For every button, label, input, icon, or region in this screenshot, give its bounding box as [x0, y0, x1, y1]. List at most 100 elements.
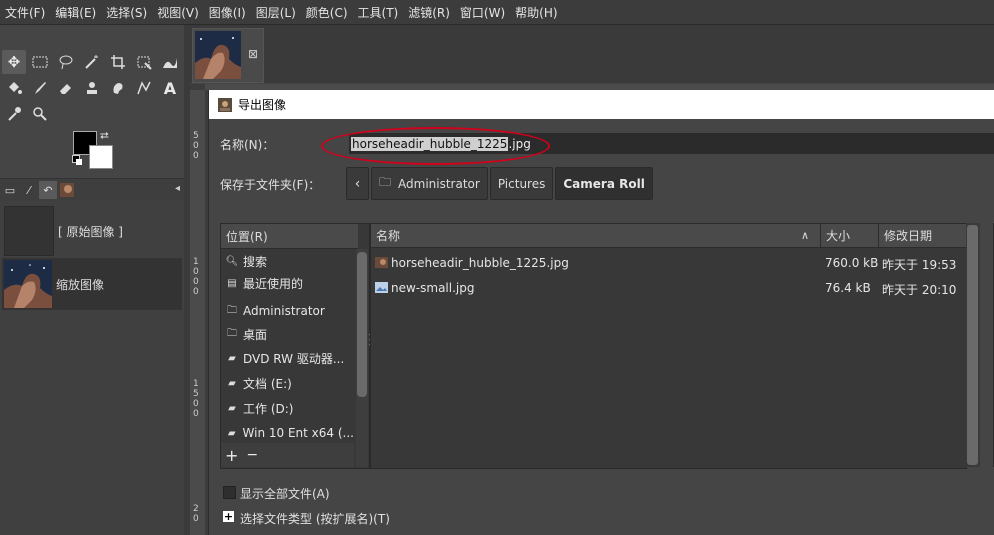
ruler-label: 0: [193, 409, 199, 419]
file-modified: 昨天于 19:53: [882, 258, 957, 272]
warp-transform-tool-icon[interactable]: [158, 50, 182, 74]
place-search[interactable]: 🔍︎ 搜索: [224, 250, 354, 272]
add-bookmark-button[interactable]: +: [225, 446, 238, 465]
place-label: 最近使用的: [243, 276, 304, 291]
file-modified: 昨天于 20:10: [882, 283, 957, 297]
history-thumbnail: [4, 206, 54, 256]
file-list-scroll-thumb[interactable]: [967, 225, 978, 465]
bucket-fill-tool-icon[interactable]: [2, 76, 26, 100]
color-picker-tool-icon[interactable]: [2, 102, 26, 126]
column-header-size[interactable]: 大小: [821, 224, 879, 248]
place-dvd-drive[interactable]: ▰ DVD RW 驱动器...: [224, 347, 354, 369]
menu-edit[interactable]: 编辑(E): [50, 4, 101, 21]
move-tool-icon[interactable]: ✥: [2, 50, 26, 74]
places-scroll-thumb[interactable]: [357, 252, 367, 397]
text-tool-icon[interactable]: A: [158, 76, 182, 100]
file-list: 名称 ∧ 大小 修改日期 horseheadir_hubble_1225.jpg…: [370, 223, 967, 469]
menu-windows[interactable]: 窗口(W): [455, 4, 510, 21]
select-file-type-label[interactable]: 选择文件类型 (按扩展名)(T): [240, 510, 390, 527]
zoom-tool-icon[interactable]: [28, 102, 52, 126]
paths-tab-icon[interactable]: ⁄: [20, 181, 38, 199]
path-button-pictures[interactable]: Pictures: [489, 167, 554, 200]
file-row[interactable]: new-small.jpg 76.4 kB 昨天于 20:10: [371, 276, 963, 300]
gimp-app-icon: [218, 97, 232, 112]
menu-view[interactable]: 视图(V): [152, 4, 204, 21]
menu-tools[interactable]: 工具(T): [353, 4, 404, 21]
place-desktop[interactable]: 🗀 桌面: [224, 323, 354, 345]
ruler-label: 0: [193, 514, 199, 524]
place-win10-drive[interactable]: ▰ Win 10 Ent x64 (...: [224, 422, 354, 444]
place-label: DVD RW 驱动器...: [243, 351, 345, 366]
ruler-label: 1: [193, 257, 199, 267]
dialog-titlebar[interactable]: 导出图像: [209, 90, 994, 119]
menu-colors[interactable]: 颜色(C): [301, 4, 353, 21]
paintbrush-tool-icon[interactable]: [28, 76, 52, 100]
crop-tool-icon[interactable]: [106, 50, 130, 74]
image-tab[interactable]: ⊠: [192, 28, 264, 83]
reset-colors-icon[interactable]: [72, 155, 82, 165]
path-label: Pictures: [497, 176, 546, 191]
place-recent[interactable]: ▤ 最近使用的: [224, 272, 354, 294]
image-tab-icon[interactable]: [58, 181, 76, 199]
column-label: 修改日期: [884, 229, 933, 243]
unified-transform-tool-icon[interactable]: [132, 50, 156, 74]
menu-image[interactable]: 图像(I): [204, 4, 251, 21]
path-button-administrator[interactable]: 🗀 Administrator: [371, 167, 488, 200]
ruler-label: 1: [193, 379, 199, 389]
place-label: 搜索: [243, 254, 268, 269]
folder-icon: 🗀: [227, 304, 237, 316]
search-icon: 🔍︎: [225, 255, 239, 267]
clone-tool-icon[interactable]: [80, 76, 104, 100]
ruler-label: 0: [193, 151, 199, 161]
paths-tool-icon[interactable]: [132, 76, 156, 100]
expand-icon[interactable]: +: [223, 511, 234, 522]
path-label: Camera Roll: [563, 176, 645, 191]
history-item[interactable]: 缩放图像: [2, 258, 182, 310]
free-select-tool-icon[interactable]: [54, 50, 78, 74]
history-item-label: [ 原始图像 ]: [58, 224, 123, 239]
file-name: new-small.jpg: [391, 281, 475, 295]
swap-colors-icon[interactable]: ⮂: [100, 129, 109, 143]
fuzzy-select-tool-icon[interactable]: [80, 50, 104, 74]
close-tab-icon[interactable]: ⊠: [248, 47, 258, 61]
menu-select[interactable]: 选择(S): [101, 4, 152, 21]
place-work-drive[interactable]: ▰ 工作 (D:): [224, 397, 354, 419]
dock-menu-icon[interactable]: ◂: [175, 183, 180, 194]
column-header-name[interactable]: 名称: [371, 224, 821, 248]
background-color-swatch[interactable]: [89, 145, 113, 169]
path-bar: ‹ 🗀 Administrator Pictures Camera Roll: [346, 167, 655, 200]
tool-row: [2, 102, 54, 126]
menu-layer[interactable]: 图层(L): [251, 4, 301, 21]
history-item[interactable]: [ 原始图像 ]: [2, 205, 182, 257]
show-all-files-checkbox[interactable]: [223, 486, 236, 499]
file-row[interactable]: horseheadir_hubble_1225.jpg 760.0 kB 昨天于…: [371, 251, 963, 275]
path-label: Administrator: [398, 176, 480, 191]
menu-filters[interactable]: 滤镜(R): [403, 4, 455, 21]
places-footer: + −: [221, 443, 354, 467]
vertical-ruler: 5 0 0 1 0 0 0 1 5 0 0 2 0: [190, 90, 205, 535]
rect-select-tool-icon[interactable]: [28, 50, 52, 74]
file-name: horseheadir_hubble_1225.jpg: [391, 256, 569, 270]
show-all-files-label: 显示全部文件(A): [240, 487, 330, 501]
menu-help[interactable]: 帮助(H): [510, 4, 562, 21]
place-documents-drive[interactable]: ▰ 文档 (E:): [224, 372, 354, 394]
image-tab-thumbnail: [195, 31, 241, 79]
export-image-dialog: 导出图像 名称(N)： horseheadir_hubble_1225 .jpg …: [208, 90, 994, 535]
ruler-label: 5: [193, 389, 199, 399]
layers-tab-icon[interactable]: ▭: [1, 181, 19, 199]
menu-file[interactable]: 文件(F): [0, 4, 50, 21]
remove-bookmark-button[interactable]: −: [246, 447, 258, 463]
history-item-label: 缩放图像: [56, 277, 105, 292]
path-back-button[interactable]: ‹: [346, 167, 369, 200]
smudge-tool-icon[interactable]: [106, 76, 130, 100]
place-label: Administrator: [243, 304, 325, 318]
column-label: 名称: [376, 229, 401, 243]
column-label: 大小: [826, 229, 851, 243]
path-button-camera-roll[interactable]: Camera Roll: [555, 167, 653, 200]
eraser-tool-icon[interactable]: [54, 76, 78, 100]
undo-history-list: [ 原始图像 ] 缩放图像: [0, 201, 184, 535]
column-header-modified[interactable]: 修改日期: [879, 224, 967, 248]
undo-history-tab-icon[interactable]: ↶: [39, 181, 57, 199]
folder-icon: 🗀: [227, 327, 237, 339]
place-administrator[interactable]: 🗀 Administrator: [224, 300, 354, 322]
